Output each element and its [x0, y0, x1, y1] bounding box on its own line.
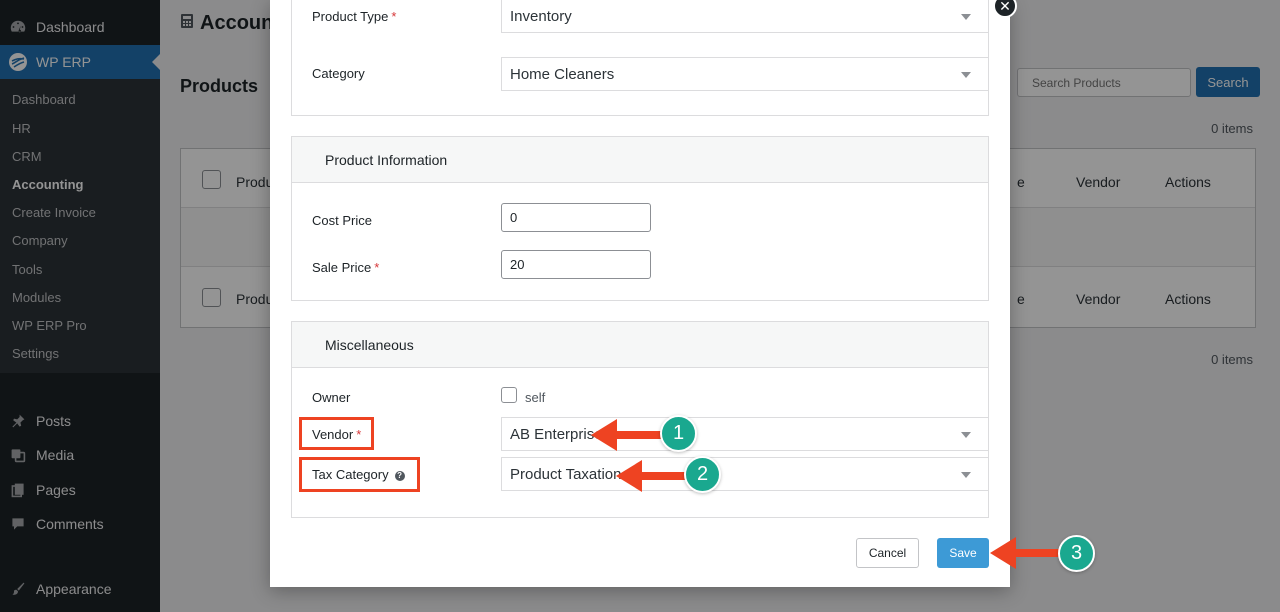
product-information-panel: Product Information Cost Price Sale Pric…	[291, 136, 989, 301]
sale-price-input[interactable]	[501, 250, 651, 279]
annotation-badge-1: 1	[660, 415, 697, 452]
save-button[interactable]: Save	[937, 538, 989, 568]
category-label: Category	[312, 66, 365, 81]
annotation-arrow-3	[990, 537, 1062, 569]
product-modal: Product Type * Inventory Category Home Cl…	[270, 0, 1010, 587]
chevron-down-icon	[961, 472, 971, 478]
miscellaneous-heading: Miscellaneous	[292, 322, 988, 368]
vendor-highlight-box	[299, 417, 374, 450]
tax-category-highlight-box	[299, 457, 420, 492]
annotation-arrow-2	[616, 460, 688, 492]
category-select[interactable]: Home Cleaners	[501, 57, 989, 91]
cost-price-input[interactable]	[501, 203, 651, 232]
product-type-select[interactable]: Inventory	[501, 0, 989, 33]
owner-self-label[interactable]: self	[525, 390, 545, 405]
product-type-label: Product Type *	[312, 9, 397, 24]
product-type-value: Inventory	[510, 7, 572, 25]
chevron-down-icon	[961, 72, 971, 78]
cancel-button[interactable]: Cancel	[856, 538, 919, 568]
annotation-badge-2: 2	[684, 456, 721, 493]
annotation-badge-3: 3	[1058, 535, 1095, 572]
category-value: Home Cleaners	[510, 65, 615, 83]
owner-label: Owner	[312, 390, 351, 405]
chevron-down-icon	[961, 14, 971, 20]
chevron-down-icon	[961, 432, 971, 438]
product-information-heading: Product Information	[292, 137, 988, 183]
tax-category-value: Product Taxation	[510, 465, 622, 483]
owner-self-checkbox[interactable]	[501, 387, 517, 403]
product-basic-panel: Product Type * Inventory Category Home Cl…	[291, 0, 989, 116]
tax-category-select[interactable]: Product Taxation	[501, 457, 989, 491]
annotation-arrow-1	[591, 419, 663, 451]
vendor-select[interactable]: AB Enterprise	[501, 417, 989, 451]
close-icon: ✕	[999, 0, 1011, 14]
cost-price-label: Cost Price	[312, 213, 372, 228]
sale-price-label: Sale Price *	[312, 260, 380, 275]
